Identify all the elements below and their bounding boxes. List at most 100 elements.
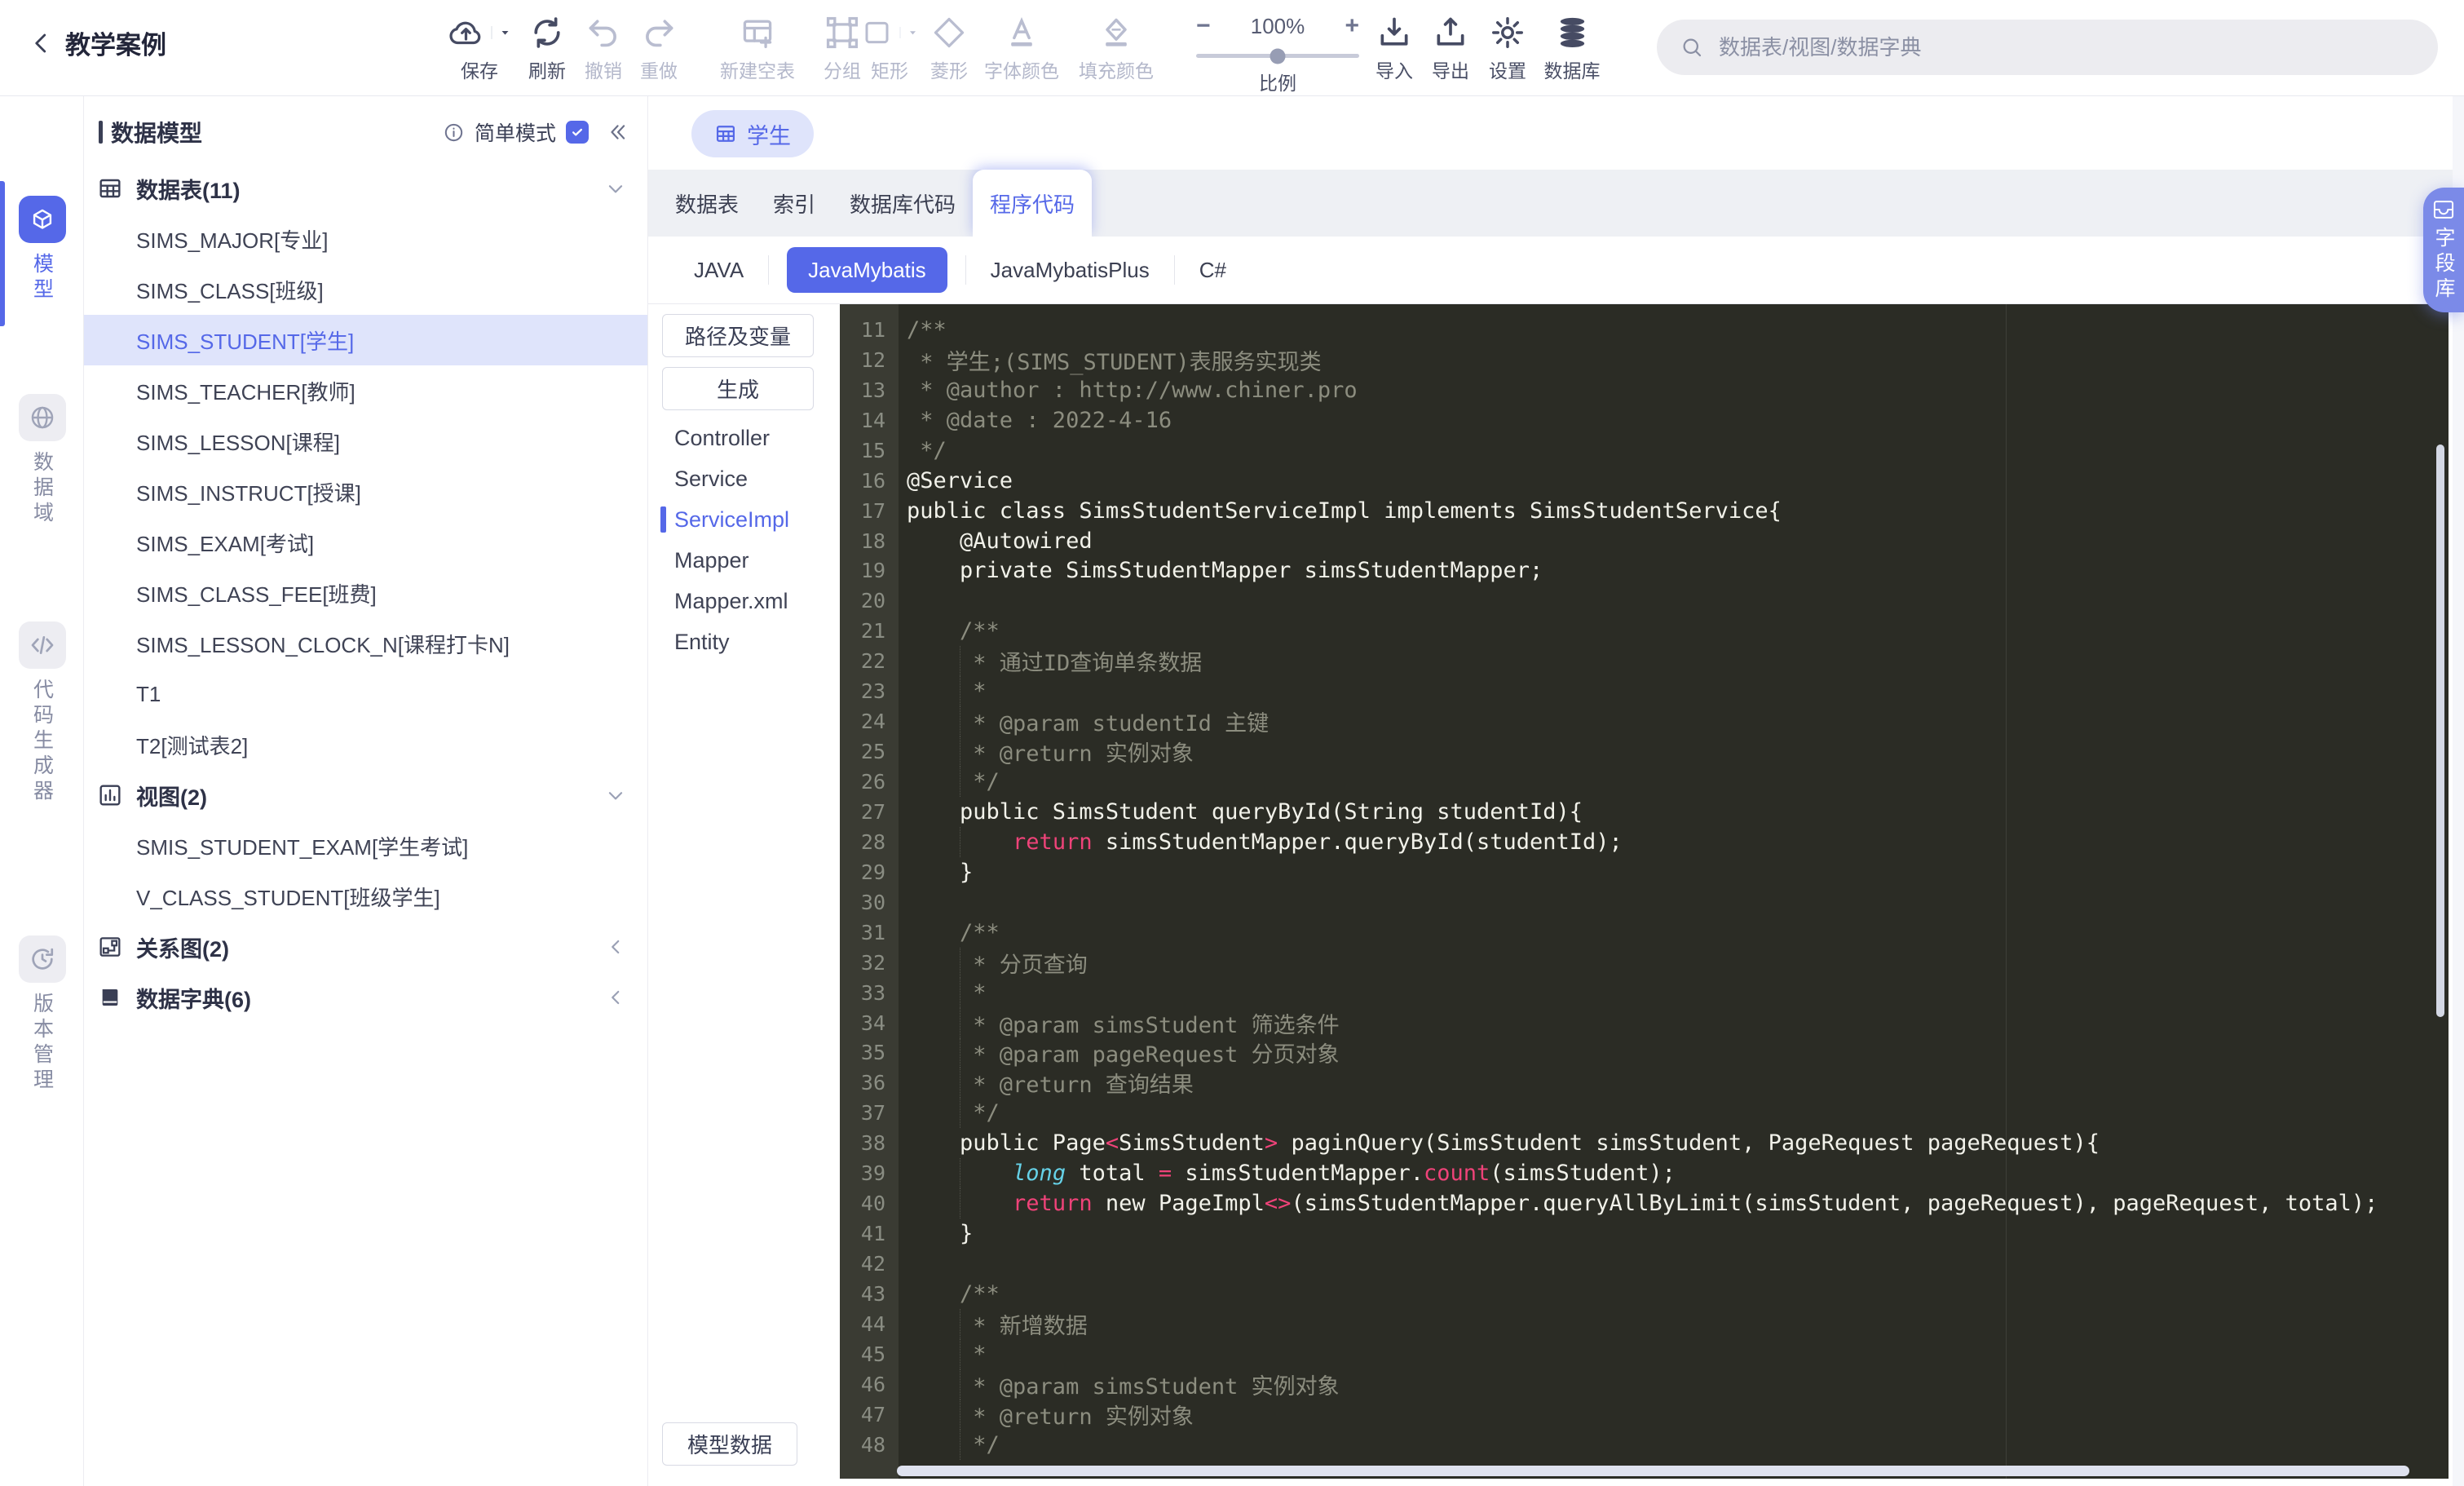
lang-tab-javamybatis[interactable]: JavaMybatis [787,247,947,293]
chevron-down-icon[interactable] [605,785,626,806]
search-input[interactable] [1657,20,2438,75]
database-icon [1554,11,1590,54]
tab-database-code[interactable]: 数据库代码 [832,170,973,237]
rectangle-icon [861,16,894,49]
generate-button[interactable]: 生成 [662,367,814,410]
tree-item[interactable]: T2[测试表2] [84,719,647,770]
lang-tab-javamybatisplus[interactable]: JavaMybatisPlus [976,258,1164,283]
model-tree-panel: 数据模型 简单模式 数据表(11) SIMS_MAJOR[专业] SIMS_CL… [84,96,648,1486]
redo-button[interactable]: 重做 [640,11,678,83]
database-button[interactable]: 数据库 [1544,11,1601,83]
app-window: 教学案例 保存 刷新 撤销 重做 新建空表 分组 矩形 菱形 字体颜色 填充颜色… [0,0,2464,1486]
tree-item[interactable]: V_CLASS_STUDENT[班级学生] [84,871,647,922]
rail-item-version-management[interactable]: 版本管理 [0,935,84,1094]
rectangle-button[interactable]: 矩形 [861,11,919,83]
export-icon [1433,11,1468,54]
zoom-in-button[interactable]: + [1345,14,1359,38]
save-dropdown-caret-icon[interactable] [491,26,512,39]
tree-item[interactable]: SIMS_STUDENT[学生] [84,315,647,365]
zoom-slider-knob[interactable] [1270,48,1286,64]
chevron-left-icon[interactable] [605,987,626,1008]
save-button[interactable]: 保存 [448,11,512,83]
diamond-button[interactable]: 菱形 [930,11,968,83]
lang-tab-csharp[interactable]: C# [1185,258,1241,283]
tree-item[interactable]: SMIS_STUDENT_EXAM[学生考试] [84,820,647,871]
model-data-button[interactable]: 模型数据 [662,1422,797,1466]
table-icon [714,122,737,145]
font-color-icon [1004,11,1040,54]
field-library-button[interactable]: 字段库 [2423,188,2464,312]
tree-section-data-dictionary[interactable]: 数据字典(6) [84,972,647,1023]
group-button[interactable]: 分组 [824,11,861,83]
relation-diagram-icon [97,934,123,960]
collapse-panel-icon[interactable] [607,122,628,143]
code-nav-item[interactable]: Mapper.xml [648,581,840,621]
tab-data-table[interactable]: 数据表 [658,170,756,237]
language-tab-bar: JAVA JavaMybatis JavaMybatisPlus C# [648,237,2464,304]
tree-section-tables[interactable]: 数据表(11) [84,163,647,214]
tree-item[interactable]: SIMS_LESSON[课程] [84,416,647,467]
tree-item[interactable]: SIMS_CLASS[班级] [84,264,647,315]
font-color-button[interactable]: 字体颜色 [984,11,1059,83]
group-icon [824,11,860,54]
zoom-out-button[interactable]: − [1196,14,1211,38]
horizontal-scrollbar[interactable] [897,1466,2409,1476]
new-table-button[interactable]: 新建空表 [720,11,795,83]
save-icon [448,14,485,51]
code-nav-item[interactable]: ServiceImpl [648,499,840,540]
project-title: 教学案例 [65,31,166,60]
dictionary-book-icon [97,984,123,1011]
tree-item[interactable]: SIMS_MAJOR[专业] [84,214,647,264]
back-chevron-icon [29,31,54,55]
undo-button[interactable]: 撤销 [585,11,622,83]
code-nav-item[interactable]: Service [648,458,840,499]
back-button[interactable]: 教学案例 [29,24,166,61]
tree-item[interactable]: T1 [84,669,647,719]
import-button[interactable]: 导入 [1376,11,1413,83]
rail-item-code-generator[interactable]: 代码生成器 [0,621,84,805]
simple-mode-label: 简单模式 [474,122,556,145]
rectangle-dropdown-caret-icon[interactable] [899,27,919,38]
fill-color-button[interactable]: 填充颜色 [1079,11,1154,83]
settings-button[interactable]: 设置 [1489,11,1526,83]
tab-index[interactable]: 索引 [756,170,832,237]
code-nav-item[interactable]: Entity [648,621,840,662]
panel-title: 数据模型 [111,121,203,146]
rail-item-data-domain[interactable]: 数据域 [0,394,84,527]
import-icon [1376,11,1412,54]
paths-variables-button[interactable]: 路径及变量 [662,314,814,357]
rail-item-model[interactable]: 模型 [0,196,84,303]
tree-item[interactable]: SIMS_INSTRUCT[授课] [84,467,647,517]
export-button[interactable]: 导出 [1432,11,1469,83]
lang-tab-java[interactable]: JAVA [679,258,758,283]
chevron-down-icon[interactable] [605,178,626,199]
divider [965,255,966,285]
vertical-scrollbar[interactable] [2436,444,2444,1017]
info-icon[interactable] [443,122,465,144]
zoom-slider[interactable] [1196,48,1359,64]
tree-item[interactable]: SIMS_LESSON_CLOCK_N[课程打卡N] [84,618,647,669]
code-nav-item[interactable]: Mapper [648,540,840,581]
refresh-button[interactable]: 刷新 [528,11,566,83]
tree-section-relation-diagrams[interactable]: 关系图(2) [84,922,647,972]
chevron-left-icon[interactable] [605,936,626,957]
tree-section-views[interactable]: 视图(2) [84,770,647,820]
gear-icon [1490,11,1526,54]
divider [768,255,770,285]
code-lines: 11/** 12 * 学生;(SIMS_STUDENT)表服务实现类 13 * @a… [840,315,2449,1460]
model-cube-icon [18,196,66,243]
search-icon [1680,35,1704,60]
code-nav-item[interactable]: Controller [648,418,840,458]
tree-item[interactable]: SIMS_TEACHER[教师] [84,365,647,416]
code-generator-icon [18,621,66,669]
tab-program-code[interactable]: 程序代码 [973,170,1093,237]
tree-item[interactable]: SIMS_EXAM[考试] [84,517,647,568]
top-toolbar: 教学案例 保存 刷新 撤销 重做 新建空表 分组 矩形 菱形 字体颜色 填充颜色… [0,0,2464,96]
new-table-icon [740,11,775,54]
open-document-tab[interactable]: 学生 [691,110,814,157]
code-editor[interactable]: 11/** 12 * 学生;(SIMS_STUDENT)表服务实现类 13 * @a… [840,304,2449,1479]
simple-mode-checkbox[interactable] [566,121,589,144]
title-marker [99,121,103,144]
tree-item[interactable]: SIMS_CLASS_FEE[班费] [84,568,647,618]
table-icon [97,175,123,201]
